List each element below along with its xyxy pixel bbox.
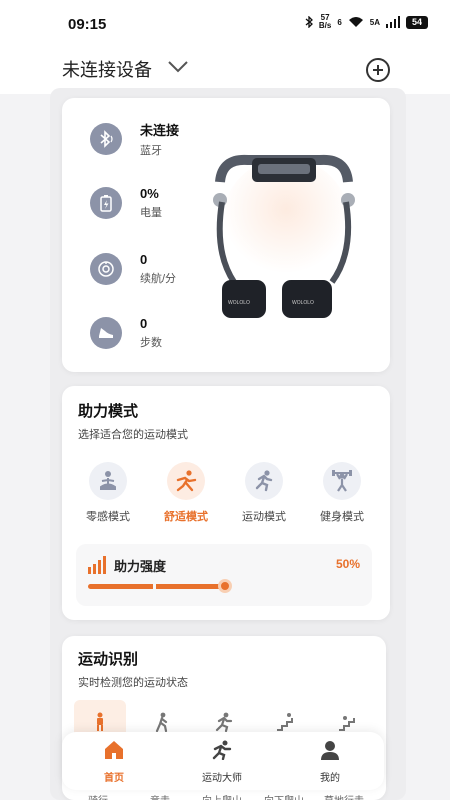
stat-label: 电量 [140,207,162,219]
motion-label: 向上爬山 [202,792,242,800]
cellular-signal-icon [386,16,400,28]
slider-divider [153,582,156,591]
shoe-icon [90,317,122,349]
intensity-slider-thumb[interactable] [218,579,232,593]
motion-label: 竞走 [150,792,170,800]
mode-comfort[interactable]: 舒适模式 [154,462,218,524]
chevron-down-icon[interactable] [166,58,190,74]
stat-value: 未连接 [140,123,180,138]
device-status-card: 未连接 蓝牙 0% 电量 0 续航/分 0 步数 WOLOLO WOLOLO [62,98,390,372]
standing-icon [97,712,103,731]
add-device-button[interactable] [366,58,390,82]
wifi-icon [348,17,363,27]
stat-steps: 0 步数 [90,316,162,350]
exoskeleton-device-image: WOLOLO WOLOLO [213,154,355,318]
stat-label: 步数 [140,337,162,349]
status-icons: 57 B/s 6 5A 54 [305,14,428,30]
stat-label: 续航/分 [140,273,177,285]
motion-label: 骑行 [88,792,108,800]
section-subtitle: 实时检测您的运动状态 [78,677,188,689]
stairs-down-icon [339,716,355,731]
signal-bars-icon [88,556,106,574]
motion-label: 向下爬山 [264,792,304,800]
tab-home[interactable]: 首页 [78,740,150,784]
tab-sport-master[interactable]: 运动大师 [186,740,258,784]
running-icon [215,712,233,732]
home-icon [105,741,123,759]
intensity-label: 助力强度 [114,559,167,574]
stat-bluetooth: 未连接 蓝牙 [90,120,179,158]
assist-intensity-panel: 助力强度 50% [76,544,372,606]
stat-battery: 0% 电量 [90,186,162,220]
mode-sport[interactable]: 运动模式 [232,462,296,524]
meditation-icon [89,462,127,500]
header: 未连接设备 [0,44,450,94]
bottom-tab-bar: 首页 运动大师 我的 [62,732,384,790]
running-icon [245,462,283,500]
tab-label: 运动大师 [202,773,242,784]
mode-label: 零感模式 [86,511,130,523]
stat-value: 0 [140,316,148,331]
sport-icon [212,740,232,761]
net-speed: 57 B/s [318,13,332,30]
status-bar: 09:15 57 B/s 6 5A 54 [0,0,450,44]
tab-mine[interactable]: 我的 [294,740,366,784]
stat-label: 蓝牙 [140,145,162,157]
device-brand-text: WOLOLO [292,300,314,306]
signal-6-label: 6 [337,17,342,27]
stat-endurance: 0 续航/分 [90,252,176,286]
stretch-icon [167,462,205,500]
status-time: 09:15 [68,16,107,33]
motion-label: 草地行走 [324,792,364,800]
section-title: 助力模式 [78,403,139,420]
mode-fitness[interactable]: 健身模式 [310,462,374,524]
tab-label: 我的 [320,773,340,784]
mode-label: 健身模式 [320,511,364,523]
walking-icon [155,712,168,732]
bluetooth-status-icon [305,16,313,28]
mode-label: 舒适模式 [164,511,208,523]
tab-label: 首页 [104,773,124,784]
user-icon [321,741,339,760]
stat-value: 0% [140,186,159,201]
assist-mode-card: 助力模式 选择适合您的运动模式 零感模式 舒适模式 运动模式 健身模式 助力强度… [62,386,390,620]
timer-icon [90,253,122,285]
mode-zero-sense[interactable]: 零感模式 [76,462,140,524]
stat-value: 0 [140,252,148,267]
intensity-value: 50% [335,557,360,571]
bluetooth-icon [90,123,122,155]
device-selector-title[interactable]: 未连接设备 [62,56,152,82]
battery-icon [90,187,122,219]
intensity-slider-track[interactable] [88,584,228,589]
stairs-up-icon [277,713,293,731]
weightlifting-icon [323,462,361,500]
mode-label: 运动模式 [242,511,286,523]
section-title: 运动识别 [78,651,139,668]
section-subtitle: 选择适合您的运动模式 [78,429,188,441]
device-brand-text: WOLOLO [228,300,250,306]
signal-5a-label: 5A [369,17,380,27]
battery-indicator: 54 [406,15,428,29]
motion-labels-strip: 骑行 竞走 向上爬山 向下爬山 草地行走 [62,790,384,800]
